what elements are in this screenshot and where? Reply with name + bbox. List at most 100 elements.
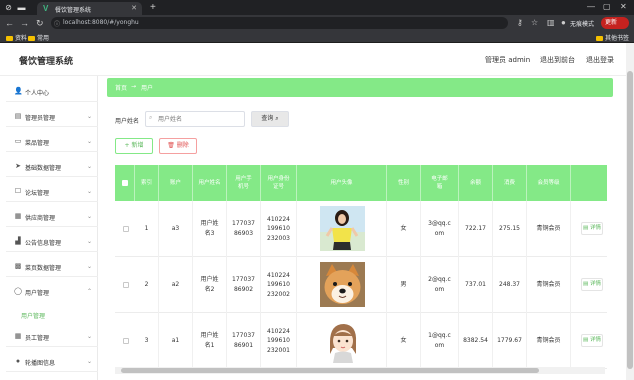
cell-idcard: 410224199610232001 [261, 313, 297, 369]
detail-button-label: 详情 [589, 337, 601, 343]
cell-email: 3@qq.com [421, 201, 459, 257]
search-icon: ⌕ [149, 115, 153, 121]
sidebar-item-label: 员工管理 [25, 335, 50, 342]
url-field[interactable]: ⓘ localhost:8080/#/yonghu [51, 17, 508, 29]
sidebar-item-label: 管理员管理 [25, 115, 56, 122]
new-tab-icon[interactable]: + [150, 2, 156, 13]
breadcrumb-current: 用户 [141, 85, 154, 92]
row-checkbox[interactable] [123, 226, 129, 232]
sidebar-item-staff[interactable]: ▦ 员工管理 ⌄ [6, 327, 98, 347]
search-label: 用户姓名 [115, 118, 140, 125]
sidebar: 👤 个人中心 ▤ 管理员管理 ⌄ ▭ 菜品管理 ⌄ ➤ 基础数据管理 ⌄ ☐ 论… [0, 76, 98, 380]
folder-icon [596, 36, 603, 41]
delete-button[interactable]: 🗑 删除 [159, 138, 197, 154]
sidebar-item-label: 用户管理 [25, 290, 50, 297]
sidebar-subitem-user-manage[interactable]: 用户管理 [21, 311, 45, 320]
detail-button-label: 详情 [589, 225, 601, 231]
table-header: 索引 账户 用户姓名 用户手机号 用户身份证号 用户头像 性别 电子邮箱 余额 … [115, 165, 607, 201]
chevron-down-icon: ⌄ [86, 164, 92, 170]
sidebar-item-supplier[interactable]: ▦ 供应商管理 ⌄ [6, 207, 98, 227]
col-header-name: 用户姓名 [193, 165, 227, 201]
other-bookmarks[interactable]: 其他书签 [596, 33, 629, 42]
delete-button-label: 删除 [176, 142, 189, 149]
detail-button[interactable]: ▤ 详情 [581, 334, 603, 347]
update-button[interactable]: 更新 [601, 17, 629, 29]
address-bar-row: ← → ↻ ⓘ localhost:8080/#/yonghu ⚷ ☆ ▥ ● … [0, 15, 634, 31]
scrollbar-thumb[interactable] [627, 71, 633, 369]
chevron-down-icon: ⌄ [86, 264, 92, 270]
sidebar-item-dishes[interactable]: ▭ 菜品管理 ⌄ [6, 132, 98, 152]
col-header-gender: 性别 [387, 165, 421, 201]
tab-title: 餐饮管理系统 [55, 7, 92, 14]
sidebar-item-carousel[interactable]: ● 轮播图信息 ⌄ [6, 352, 98, 372]
admin-icon: ▤ [14, 113, 22, 120]
query-button-label: 查询 [261, 115, 274, 122]
table-horizontal-scrollbar[interactable] [115, 367, 605, 374]
admin-label: 管理员 admin [485, 56, 531, 64]
browser-tab[interactable]: V 餐饮管理系统 ✕ [37, 2, 142, 15]
sidebar-item-label: 菜页数据管理 [25, 265, 62, 272]
minimize-icon[interactable]: — [587, 2, 595, 11]
exit-front-link[interactable]: 退出到前台 [540, 55, 575, 65]
plus-icon: + [124, 142, 130, 149]
query-button[interactable]: 查询 ⌕ [251, 111, 289, 127]
back-icon[interactable]: ← [5, 18, 14, 28]
sidebar-icon[interactable]: ▥ [547, 18, 555, 27]
detail-button[interactable]: ▤ 详情 [581, 222, 603, 235]
table-row: 3 a1 用户姓名1 17703786901 41022419961023200… [115, 313, 607, 369]
cell-spent: 275.15 [493, 201, 527, 257]
browser-menu-icon[interactable]: ⊘ [4, 3, 13, 12]
cell-email: 2@qq.com [421, 257, 459, 313]
tab-list-icon[interactable]: ▬ [17, 3, 26, 12]
cell-index: 2 [135, 257, 159, 313]
forward-icon[interactable]: → [20, 18, 29, 28]
cell-idcard: 410224199610232002 [261, 257, 297, 313]
col-header-phone: 用户手机号 [227, 165, 261, 201]
scrollbar-thumb[interactable] [121, 368, 539, 373]
map-pin-icon: ● [15, 358, 21, 365]
bookmark-label: 常用 [37, 35, 50, 42]
table-row: 2 a2 用户姓名2 17703786902 41022419961023200… [115, 257, 607, 313]
bookmark-folder-2[interactable]: 常用 [28, 33, 49, 42]
row-checkbox[interactable] [123, 338, 129, 344]
sidebar-item-profile[interactable]: 👤 个人中心 [6, 82, 98, 102]
cell-balance: 722.17 [459, 201, 493, 257]
add-button[interactable]: + 新增 [115, 138, 153, 154]
sidebar-item-label: 轮播图信息 [25, 360, 56, 367]
chevron-down-icon: ⌄ [86, 189, 92, 195]
bookmark-folder-1[interactable]: 资料 [6, 33, 27, 42]
cell-index: 3 [135, 313, 159, 369]
col-header-email: 电子邮箱 [421, 165, 459, 201]
page-scrollbar[interactable] [626, 43, 634, 380]
col-header-actions [571, 165, 607, 201]
sidebar-item-users[interactable]: ◯ 用户管理 ⌃ [6, 282, 98, 302]
breadcrumb-home[interactable]: 首页 [115, 83, 127, 92]
logout-link[interactable]: 退出登录 [586, 55, 614, 65]
detail-button-label: 详情 [589, 281, 601, 287]
maximize-icon[interactable]: ▢ [603, 2, 611, 11]
cell-email: 1@qq.com [421, 313, 459, 369]
forum-icon: ☐ [14, 188, 22, 195]
search-input[interactable] [145, 111, 245, 127]
col-header-avatar: 用户头像 [297, 165, 387, 201]
search-icon: ⌕ [275, 115, 279, 122]
key-icon[interactable]: ⚷ [517, 18, 523, 27]
cell-phone: 17703786902 [227, 257, 261, 313]
sidebar-item-admin[interactable]: ▤ 管理员管理 ⌄ [6, 107, 98, 127]
close-window-icon[interactable]: ✕ [620, 2, 627, 11]
sidebar-item-notice[interactable]: ▟ 公告信息管理 ⌄ [6, 232, 98, 252]
cell-phone: 17703786901 [227, 313, 261, 369]
sidebar-item-menu-data[interactable]: ▩ 菜页数据管理 ⌄ [6, 257, 98, 277]
cell-account: a2 [159, 257, 193, 313]
cell-gender: 男 [387, 257, 421, 313]
reload-icon[interactable]: ↻ [36, 18, 44, 28]
row-checkbox[interactable] [123, 282, 129, 288]
select-all-checkbox[interactable] [122, 180, 128, 186]
star-icon[interactable]: ☆ [531, 18, 538, 27]
detail-icon: ▤ [583, 337, 589, 343]
detail-button[interactable]: ▤ 详情 [581, 278, 603, 291]
sidebar-item-forum[interactable]: ☐ 论坛管理 ⌄ [6, 182, 98, 202]
sidebar-item-label: 基础数据管理 [25, 165, 62, 172]
sidebar-item-base-data[interactable]: ➤ 基础数据管理 ⌄ [6, 157, 98, 177]
close-tab-icon[interactable]: ✕ [131, 4, 137, 12]
